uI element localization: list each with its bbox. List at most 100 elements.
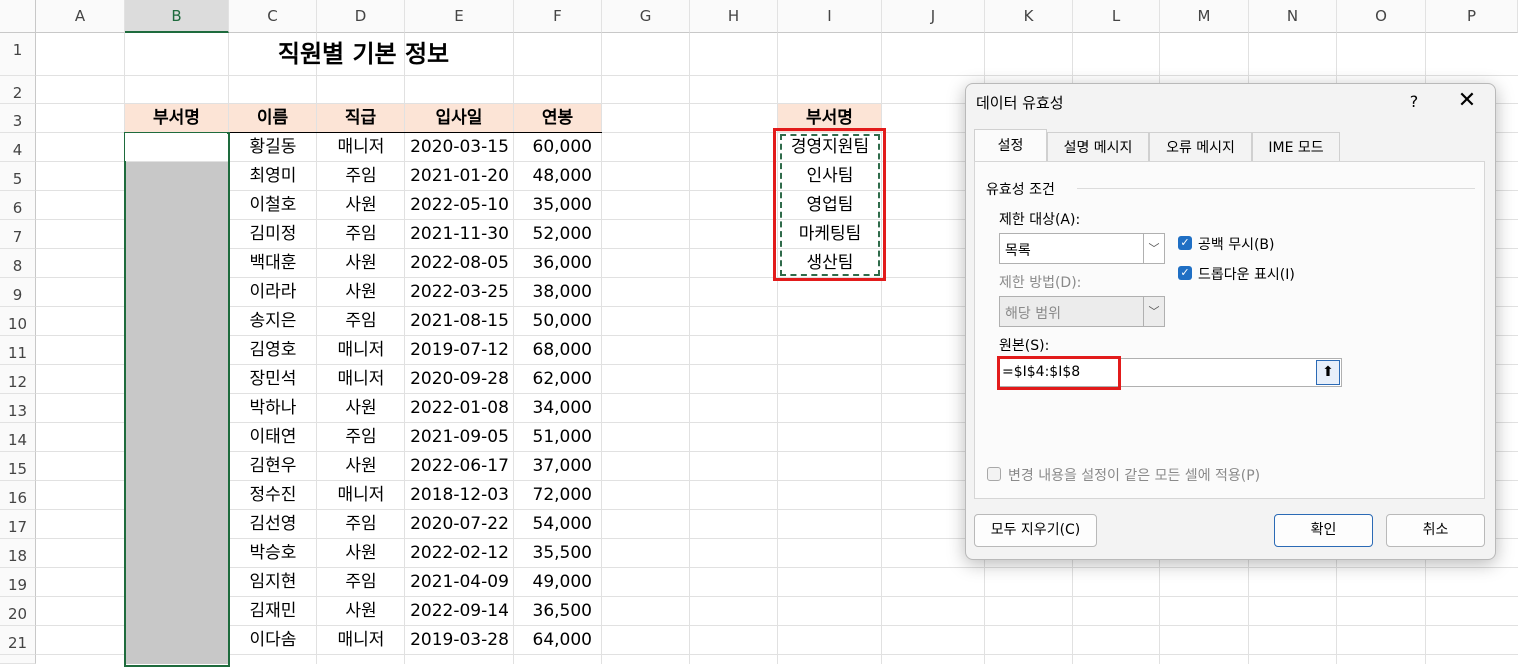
cell[interactable]: 사원 (317, 278, 405, 307)
column-header-b[interactable]: B (125, 0, 229, 33)
cell[interactable]: 송지은 (229, 307, 317, 336)
cell[interactable]: 사원 (317, 452, 405, 481)
row-header-16[interactable]: 16 (0, 481, 36, 510)
tab-input-message[interactable]: 설명 메시지 (1047, 132, 1149, 162)
clear-all-button[interactable]: 모두 지우기(C) (974, 514, 1097, 547)
cell[interactable]: 62,000 (514, 365, 602, 394)
column-header-i[interactable]: I (778, 0, 882, 33)
row-header-20[interactable]: 20 (0, 597, 36, 626)
cell[interactable]: 박하나 (229, 394, 317, 423)
column-header-a[interactable]: A (36, 0, 125, 33)
row-header-14[interactable]: 14 (0, 423, 36, 452)
row-header-4[interactable]: 4 (0, 133, 36, 162)
cell[interactable]: 매니저 (317, 133, 405, 162)
cell[interactable]: 이철호 (229, 191, 317, 220)
row-header-19[interactable]: 19 (0, 568, 36, 597)
cell[interactable]: 2021-01-20 (405, 162, 514, 191)
cell[interactable]: 2019-07-12 (405, 336, 514, 365)
active-cell-b4[interactable] (125, 133, 227, 161)
cell[interactable]: 2022-03-25 (405, 278, 514, 307)
cell[interactable]: 2018-12-03 (405, 481, 514, 510)
cancel-button[interactable]: 취소 (1386, 514, 1485, 547)
row-header-5[interactable]: 5 (0, 162, 36, 191)
allow-select[interactable]: 목록 ﹀ (999, 233, 1165, 264)
row-header-15[interactable]: 15 (0, 452, 36, 481)
column-header-n[interactable]: N (1249, 0, 1337, 33)
in-cell-dropdown-checkbox[interactable]: ✓ (1178, 266, 1192, 280)
row-header-11[interactable]: 11 (0, 336, 36, 365)
row-header-21[interactable]: 21 (0, 626, 36, 655)
row-header-partial[interactable] (0, 655, 36, 664)
cell[interactable]: 박승호 (229, 539, 317, 568)
column-header-j[interactable]: J (882, 0, 985, 33)
cell[interactable]: 2022-05-10 (405, 191, 514, 220)
cell[interactable]: 김영호 (229, 336, 317, 365)
cell[interactable]: 2021-04-09 (405, 568, 514, 597)
row-header-12[interactable]: 12 (0, 365, 36, 394)
cell[interactable]: 김현우 (229, 452, 317, 481)
cell[interactable]: 51,000 (514, 423, 602, 452)
cell[interactable]: 38,000 (514, 278, 602, 307)
cell[interactable]: 김미정 (229, 220, 317, 249)
cell[interactable]: 주임 (317, 568, 405, 597)
cell[interactable]: 김선영 (229, 510, 317, 539)
cell[interactable]: 34,000 (514, 394, 602, 423)
cell[interactable]: 52,000 (514, 220, 602, 249)
cell[interactable]: 이태연 (229, 423, 317, 452)
cell[interactable]: 72,000 (514, 481, 602, 510)
cell[interactable]: 이라라 (229, 278, 317, 307)
cell[interactable]: 2021-09-05 (405, 423, 514, 452)
column-header-o[interactable]: O (1337, 0, 1426, 33)
row-header-7[interactable]: 7 (0, 220, 36, 249)
cell[interactable]: 2019-03-28 (405, 626, 514, 655)
cell[interactable]: 2020-09-28 (405, 365, 514, 394)
column-header-m[interactable]: M (1160, 0, 1249, 33)
row-header-10[interactable]: 10 (0, 307, 36, 336)
cell[interactable]: 김재민 (229, 597, 317, 626)
column-header-c[interactable]: C (229, 0, 317, 33)
cell[interactable]: 2022-08-05 (405, 249, 514, 278)
column-header-f[interactable]: F (514, 0, 602, 33)
cell[interactable]: 35,500 (514, 539, 602, 568)
cell[interactable]: 2021-11-30 (405, 220, 514, 249)
cell[interactable]: 매니저 (317, 365, 405, 394)
column-header-h[interactable]: H (690, 0, 778, 33)
cell[interactable]: 2022-02-12 (405, 539, 514, 568)
column-header-k[interactable]: K (985, 0, 1073, 33)
cell[interactable]: 36,500 (514, 597, 602, 626)
cell[interactable]: 주임 (317, 220, 405, 249)
cell[interactable]: 64,000 (514, 626, 602, 655)
cell[interactable]: 50,000 (514, 307, 602, 336)
cell[interactable]: 백대훈 (229, 249, 317, 278)
cell[interactable]: 68,000 (514, 336, 602, 365)
close-icon[interactable]: ✕ (1454, 88, 1480, 113)
cell[interactable]: 2020-07-22 (405, 510, 514, 539)
cell[interactable]: 60,000 (514, 133, 602, 162)
cell[interactable]: 사원 (317, 597, 405, 626)
cell[interactable]: 황길동 (229, 133, 317, 162)
cell[interactable]: 2020-03-15 (405, 133, 514, 162)
cell[interactable]: 매니저 (317, 481, 405, 510)
cell[interactable]: 주임 (317, 423, 405, 452)
tab-error-alert[interactable]: 오류 메시지 (1149, 132, 1252, 162)
cell[interactable]: 2022-09-14 (405, 597, 514, 626)
cell[interactable]: 매니저 (317, 336, 405, 365)
cell[interactable]: 주임 (317, 307, 405, 336)
cell[interactable]: 48,000 (514, 162, 602, 191)
row-header-8[interactable]: 8 (0, 249, 36, 278)
cell[interactable]: 최영미 (229, 162, 317, 191)
row-header-3[interactable]: 3 (0, 104, 36, 133)
tab-ime-mode[interactable]: IME 모드 (1252, 132, 1340, 162)
cell[interactable]: 매니저 (317, 626, 405, 655)
row-header-18[interactable]: 18 (0, 539, 36, 568)
column-header-p[interactable]: P (1426, 0, 1518, 33)
cell[interactable]: 사원 (317, 394, 405, 423)
help-icon[interactable]: ? (1404, 92, 1424, 111)
cell[interactable]: 사원 (317, 191, 405, 220)
row-header-17[interactable]: 17 (0, 510, 36, 539)
cell[interactable]: 이다솜 (229, 626, 317, 655)
row-header-9[interactable]: 9 (0, 278, 36, 307)
row-header-2[interactable]: 2 (0, 76, 36, 104)
collapse-dialog-icon[interactable]: ⬆ (1316, 360, 1340, 385)
row-header-6[interactable]: 6 (0, 191, 36, 220)
